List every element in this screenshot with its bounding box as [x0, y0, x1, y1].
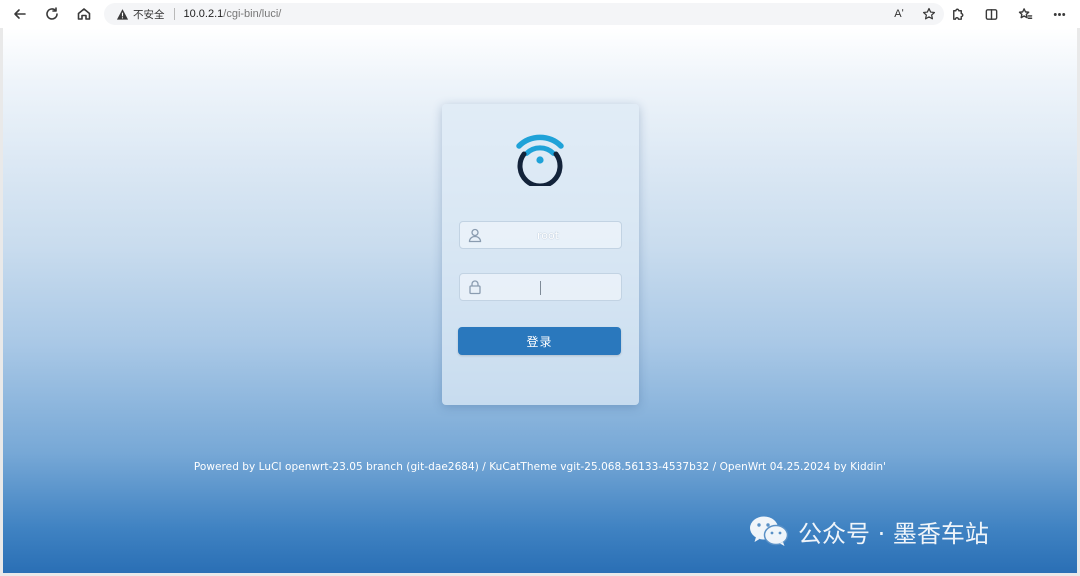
back-button[interactable]: [9, 3, 31, 25]
warning-icon[interactable]: [116, 8, 129, 21]
wifi-logo-icon: [516, 134, 564, 186]
password-field[interactable]: [459, 273, 622, 301]
security-label[interactable]: 不安全: [133, 7, 165, 22]
browser-toolbar: 不安全 10.0.2.1/cgi-bin/luci/ Aʹ: [0, 0, 1080, 28]
footer-text: Powered by LuCI openwrt-23.05 branch (gi…: [193, 461, 887, 473]
read-aloud-button[interactable]: Aʹ: [890, 5, 908, 23]
refresh-icon: [46, 7, 58, 20]
arrow-left-icon: [14, 9, 26, 19]
password-input[interactable]: [483, 280, 613, 294]
lock-icon: [467, 279, 483, 295]
home-icon: [77, 8, 91, 20]
login-card: 登录: [442, 104, 639, 405]
address-bar[interactable]: 不安全 10.0.2.1/cgi-bin/luci/ Aʹ: [104, 3, 944, 25]
wechat-watermark: 公众号 · 墨香车站: [748, 511, 989, 551]
login-button[interactable]: 登录: [458, 327, 621, 355]
username-input[interactable]: [483, 228, 613, 242]
wechat-icon: [750, 516, 789, 546]
user-icon: [467, 227, 483, 243]
split-screen-button[interactable]: [980, 3, 1002, 25]
refresh-button[interactable]: [41, 3, 63, 25]
home-button[interactable]: [73, 3, 95, 25]
address-divider: [173, 8, 175, 20]
username-field[interactable]: [459, 221, 622, 249]
url-host: 10.0.2.1: [183, 8, 224, 20]
extensions-button[interactable]: [946, 3, 968, 25]
favorites-icon: [1018, 7, 1032, 19]
split-screen-icon: [985, 8, 997, 20]
puzzle-icon: [952, 8, 963, 20]
ellipsis-icon: [1053, 12, 1065, 16]
url-path: /cgi-bin/luci/: [223, 8, 282, 20]
more-button[interactable]: [1048, 3, 1070, 25]
page-viewport: 登录 Powered by LuCI openwrt-23.05 branch …: [3, 28, 1077, 573]
favorite-button[interactable]: [920, 5, 938, 23]
star-icon: [922, 7, 936, 20]
text-caret: [540, 281, 541, 295]
favorites-button[interactable]: [1014, 3, 1036, 25]
watermark-text: 公众号 · 墨香车站: [798, 519, 989, 548]
